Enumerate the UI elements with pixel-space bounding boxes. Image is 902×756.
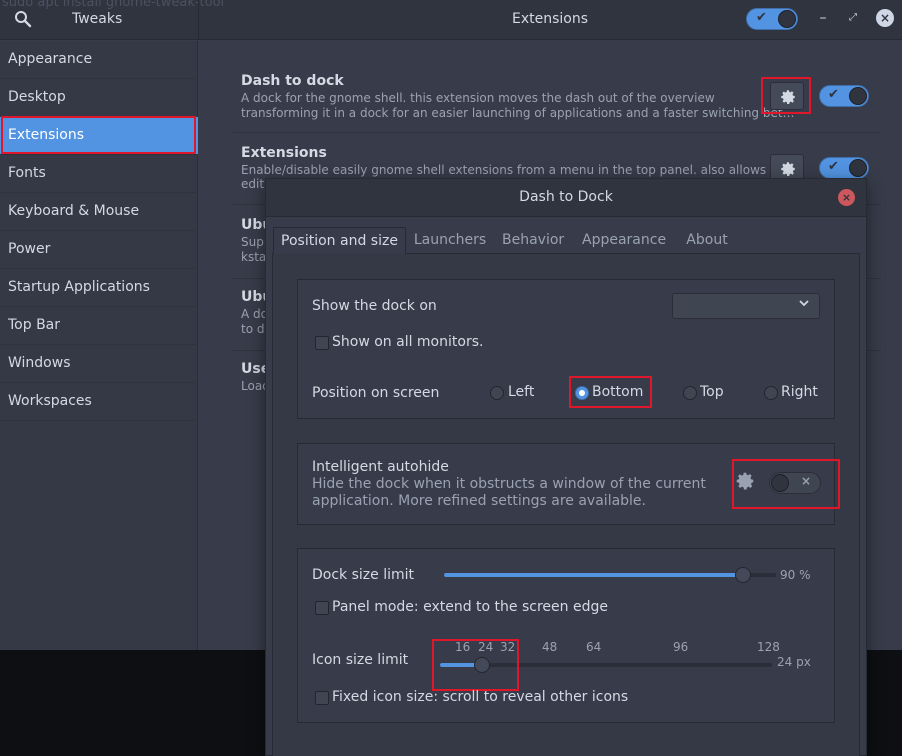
switch-knob	[849, 159, 867, 177]
fixed-icon-size-label: Fixed icon size: scroll to reveal other …	[332, 689, 629, 705]
tab-about[interactable]: About	[684, 227, 730, 254]
extension-title-extensions: Extensions	[241, 145, 327, 161]
sidebar-item-workspaces[interactable]: Workspaces	[0, 383, 198, 421]
monitor-dropdown[interactable]	[672, 293, 820, 319]
sidebar-item-top-bar[interactable]: Top Bar	[0, 307, 198, 345]
tab-appearance[interactable]: Appearance	[582, 227, 666, 254]
check-icon: ✔	[828, 159, 839, 174]
sidebar-item-fonts[interactable]: Fonts	[0, 155, 198, 193]
sidebar-item-keyboard-mouse[interactable]: Keyboard & Mouse	[0, 193, 198, 231]
sidebar-item-power[interactable]: Power	[0, 231, 198, 269]
tab-launchers[interactable]: Launchers	[412, 227, 488, 254]
tab-behavior[interactable]: Behavior	[502, 227, 564, 254]
sidebar-item-windows[interactable]: Windows	[0, 345, 198, 383]
autohide-frame: Intelligent autohide Hide the dock when …	[297, 443, 840, 525]
extension-desc-line: Enable/disable easily gnome shell extens…	[241, 163, 782, 177]
panel-mode-label: Panel mode: extend to the screen edge	[332, 599, 608, 615]
sidebar-item-startup-applications[interactable]: Startup Applications	[0, 269, 198, 307]
dock-size-handle[interactable]	[735, 567, 751, 583]
app-title: Tweaks	[72, 11, 123, 27]
chevron-down-icon	[799, 300, 809, 307]
gear-icon	[781, 162, 795, 176]
position-right-radio[interactable]	[764, 386, 778, 400]
dash-to-dock-dialog: Dash to Dock × Position and size Launche…	[265, 178, 867, 756]
position-top-radio[interactable]	[683, 386, 697, 400]
tab-bar: Position and size Launchers Behavior App…	[266, 227, 866, 254]
annotation-highlight-autohide	[732, 459, 840, 509]
dock-size-value: 90 %	[780, 568, 811, 582]
extension-title-dash-to-dock: Dash to dock	[241, 73, 344, 89]
fixed-icon-size-checkbox[interactable]	[315, 691, 329, 705]
autohide-desc-line: Hide the dock when it obstructs a window…	[312, 476, 706, 492]
tab-position-and-size[interactable]: Position and size	[273, 227, 406, 254]
sidebar-item-desktop[interactable]: Desktop	[0, 79, 198, 117]
position-top-label: Top	[700, 384, 724, 400]
dock-size-label: Dock size limit	[312, 567, 414, 583]
dash-to-dock-switch[interactable]: ✔	[819, 85, 869, 107]
dock-position-frame: Show the dock on Show on all monitors. P…	[297, 279, 835, 419]
maximize-button[interactable]: ⤢	[844, 8, 862, 28]
check-icon: ✔	[756, 10, 767, 25]
icon-size-value: 24 px	[777, 655, 811, 669]
switch-knob	[778, 10, 796, 28]
extension-desc-line: A do	[241, 307, 268, 321]
annotation-highlight-gear	[761, 77, 811, 114]
sidebar-item-appearance[interactable]: Appearance	[0, 41, 198, 79]
annotation-highlight-bottom	[569, 376, 652, 408]
dock-size-slider[interactable]	[444, 573, 776, 577]
annotation-highlight-icon-size	[432, 639, 519, 691]
icon-size-mark: 96	[673, 640, 689, 654]
autohide-title: Intelligent autohide	[312, 459, 449, 475]
header-bar: sudo apt install gnome-tweak-tool Tweaks…	[0, 0, 902, 40]
position-left-radio[interactable]	[490, 386, 504, 400]
header-divider	[198, 0, 199, 40]
autohide-desc-line: application. More refined settings are a…	[312, 493, 646, 509]
icon-size-mark: 48	[542, 640, 558, 654]
close-button[interactable]: ×	[876, 9, 894, 27]
extension-desc-line: transforming it in a dock for an easier …	[241, 106, 795, 120]
icon-size-label: Icon size limit	[312, 652, 409, 668]
search-icon[interactable]	[12, 8, 34, 30]
extensions-switch[interactable]: ✔	[819, 157, 869, 179]
icon-size-mark: 128	[757, 640, 780, 654]
annotation-highlight-extensions	[1, 116, 196, 154]
background-terminal-text: sudo apt install gnome-tweak-tool	[2, 0, 225, 10]
extensions-global-switch[interactable]: ✔	[746, 8, 798, 30]
check-icon: ✔	[828, 87, 839, 102]
icon-size-mark: 64	[586, 640, 602, 654]
dialog-title: Dash to Dock	[519, 189, 613, 205]
show-all-monitors-label: Show on all monitors.	[332, 334, 484, 350]
show-dock-on-label: Show the dock on	[312, 298, 437, 314]
size-frame: Dock size limit 90 % Panel mode: extend …	[297, 548, 835, 723]
minimize-button[interactable]: –	[814, 8, 832, 28]
position-left-label: Left	[508, 384, 535, 400]
switch-knob	[849, 87, 867, 105]
show-all-monitors-checkbox[interactable]	[315, 336, 329, 350]
dialog-titlebar: Dash to Dock ×	[266, 179, 866, 217]
position-right-label: Right	[781, 384, 818, 400]
dialog-close-button[interactable]: ×	[838, 189, 855, 206]
extension-desc-line: A dock for the gnome shell. this extensi…	[241, 91, 715, 105]
extension-desc-line: edit	[241, 177, 265, 191]
position-on-screen-label: Position on screen	[312, 385, 440, 401]
panel-mode-checkbox[interactable]	[315, 601, 329, 615]
dock-size-fill	[444, 573, 743, 577]
row-divider	[233, 132, 881, 133]
